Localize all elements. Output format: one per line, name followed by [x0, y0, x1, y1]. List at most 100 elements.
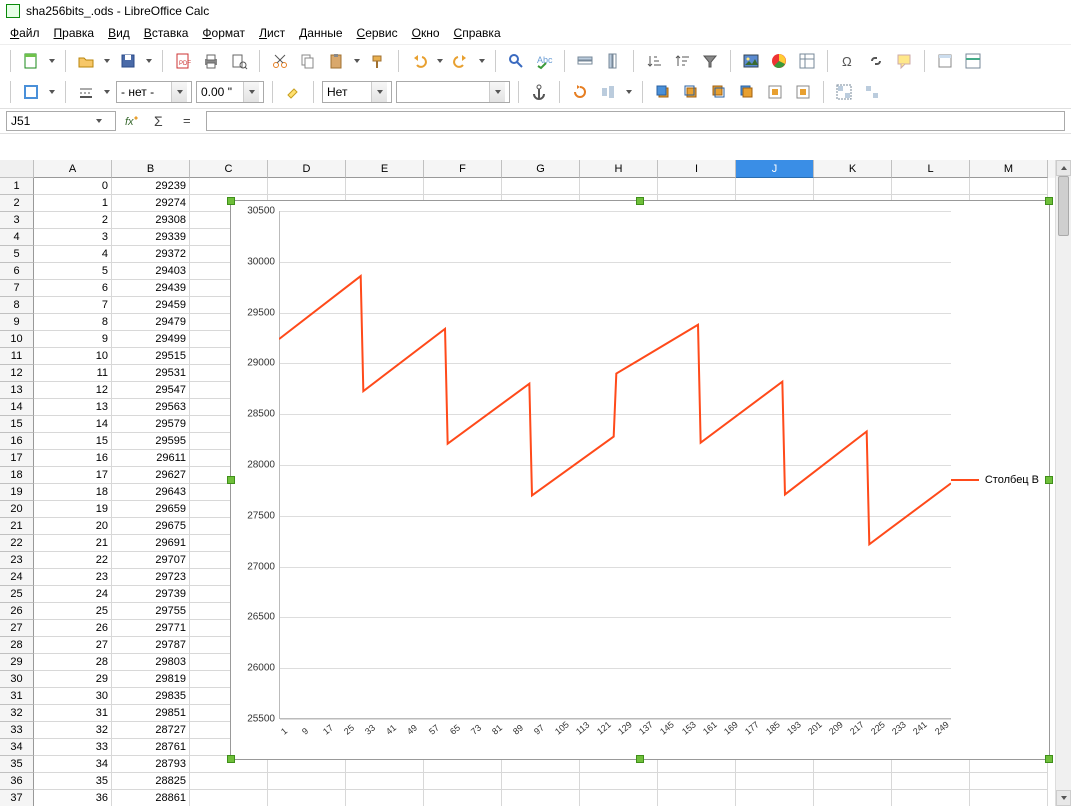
paste-dropdown[interactable]	[352, 49, 362, 73]
cell[interactable]: 29459	[112, 297, 190, 314]
cell[interactable]: 29439	[112, 280, 190, 297]
sum-icon[interactable]: Σ	[150, 111, 172, 131]
col-header-H[interactable]: H	[580, 160, 658, 178]
cell[interactable]	[190, 178, 268, 195]
row-header[interactable]: 30	[0, 671, 34, 688]
headers-footers-icon[interactable]	[933, 49, 957, 73]
resize-handle[interactable]	[636, 197, 644, 205]
cell[interactable]	[892, 790, 970, 806]
cell[interactable]: 29707	[112, 552, 190, 569]
cell[interactable]: 27	[34, 637, 112, 654]
find-replace-icon[interactable]	[504, 49, 528, 73]
row-header[interactable]: 18	[0, 467, 34, 484]
cell[interactable]	[892, 178, 970, 195]
send-back-icon[interactable]	[735, 80, 759, 104]
row-header[interactable]: 29	[0, 654, 34, 671]
cell[interactable]: 29339	[112, 229, 190, 246]
cell[interactable]: 2	[34, 212, 112, 229]
highlight-icon[interactable]	[281, 80, 305, 104]
col-header-A[interactable]: A	[34, 160, 112, 178]
row-header[interactable]: 31	[0, 688, 34, 705]
cell[interactable]: 28	[34, 654, 112, 671]
freeze-icon[interactable]	[961, 49, 985, 73]
cell[interactable]: 5	[34, 263, 112, 280]
border-style-icon[interactable]	[74, 80, 98, 104]
cell[interactable]	[970, 790, 1048, 806]
cell[interactable]: 9	[34, 331, 112, 348]
copy-icon[interactable]	[296, 49, 320, 73]
column-icon[interactable]	[601, 49, 625, 73]
cell[interactable]	[502, 790, 580, 806]
cell[interactable]: 29308	[112, 212, 190, 229]
menu-окно[interactable]: Окно	[412, 26, 440, 40]
cell[interactable]	[814, 178, 892, 195]
menu-справка[interactable]: Справка	[454, 26, 501, 40]
row-header[interactable]: 20	[0, 501, 34, 518]
row-header[interactable]: 34	[0, 739, 34, 756]
menu-правка[interactable]: Правка	[54, 26, 95, 40]
cell[interactable]: 34	[34, 756, 112, 773]
cell[interactable]: 29675	[112, 518, 190, 535]
resize-handle[interactable]	[227, 476, 235, 484]
row-header[interactable]: 6	[0, 263, 34, 280]
cell[interactable]	[736, 790, 814, 806]
cell[interactable]: 29579	[112, 416, 190, 433]
col-header-L[interactable]: L	[892, 160, 970, 178]
menu-вставка[interactable]: Вставка	[144, 26, 189, 40]
row-header[interactable]: 26	[0, 603, 34, 620]
row-header[interactable]: 17	[0, 450, 34, 467]
cell[interactable]	[190, 773, 268, 790]
cell[interactable]	[736, 178, 814, 195]
scroll-down-icon[interactable]	[1056, 790, 1071, 806]
cell[interactable]: 17	[34, 467, 112, 484]
row-header[interactable]: 1	[0, 178, 34, 195]
style-combo[interactable]	[396, 81, 510, 103]
backward-icon[interactable]	[707, 80, 731, 104]
new-doc-icon[interactable]	[19, 49, 43, 73]
to-background-icon[interactable]	[791, 80, 815, 104]
insert-comment-icon[interactable]	[892, 49, 916, 73]
col-header-I[interactable]: I	[658, 160, 736, 178]
menu-файл[interactable]: Файл	[10, 26, 40, 40]
function-wizard-icon[interactable]: fx	[122, 111, 144, 131]
col-header-K[interactable]: K	[814, 160, 892, 178]
insert-special-char-icon[interactable]: Ω	[836, 49, 860, 73]
cell[interactable]	[346, 773, 424, 790]
row-header[interactable]: 15	[0, 416, 34, 433]
cell[interactable]: 29	[34, 671, 112, 688]
cell[interactable]: 29787	[112, 637, 190, 654]
cell[interactable]: 36	[34, 790, 112, 806]
cell[interactable]: 1	[34, 195, 112, 212]
cell[interactable]	[502, 773, 580, 790]
vertical-scrollbar[interactable]	[1055, 160, 1071, 806]
cell[interactable]	[658, 773, 736, 790]
new-doc-dropdown[interactable]	[47, 49, 57, 73]
save-dropdown[interactable]	[144, 49, 154, 73]
col-header-B[interactable]: B	[112, 160, 190, 178]
cell[interactable]	[736, 773, 814, 790]
cell[interactable]	[346, 790, 424, 806]
open-icon[interactable]	[74, 49, 98, 73]
paste-icon[interactable]	[324, 49, 348, 73]
anchor-icon[interactable]	[527, 80, 551, 104]
cell[interactable]: 3	[34, 229, 112, 246]
row-header[interactable]: 7	[0, 280, 34, 297]
cell[interactable]: 29819	[112, 671, 190, 688]
print-preview-icon[interactable]	[227, 49, 251, 73]
insert-image-icon[interactable]	[739, 49, 763, 73]
cell[interactable]	[970, 178, 1048, 195]
cell[interactable]: 4	[34, 246, 112, 263]
cell[interactable]: 28761	[112, 739, 190, 756]
clone-format-icon[interactable]	[366, 49, 390, 73]
cell[interactable]: 35	[34, 773, 112, 790]
name-box-input[interactable]	[7, 114, 95, 128]
menu-лист[interactable]: Лист	[259, 26, 285, 40]
row-header[interactable]: 33	[0, 722, 34, 739]
row-header[interactable]: 21	[0, 518, 34, 535]
to-foreground-icon[interactable]	[763, 80, 787, 104]
row-header[interactable]: 32	[0, 705, 34, 722]
resize-handle[interactable]	[227, 755, 235, 763]
cell[interactable]: 29274	[112, 195, 190, 212]
redo-dropdown[interactable]	[477, 49, 487, 73]
cell[interactable]: 19	[34, 501, 112, 518]
